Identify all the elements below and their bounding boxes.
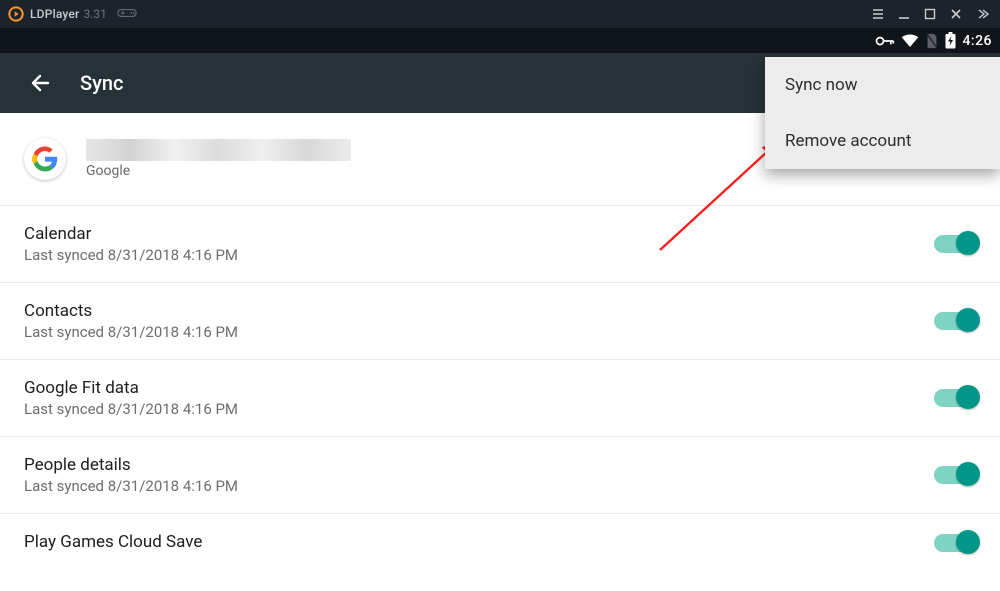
sync-list: Calendar Last synced 8/31/2018 4:16 PM C… — [0, 206, 1000, 572]
window-maximize-button[interactable] — [920, 4, 940, 24]
battery-charging-icon — [945, 32, 956, 49]
window-minimize-button[interactable] — [894, 4, 914, 24]
sync-item-title: Play Games Cloud Save — [24, 532, 202, 552]
page-title: Sync — [80, 71, 123, 95]
list-item[interactable]: People details Last synced 8/31/2018 4:1… — [0, 437, 1000, 514]
sync-item-subtitle: Last synced 8/31/2018 4:16 PM — [24, 246, 238, 264]
list-item[interactable]: Play Games Cloud Save — [0, 514, 1000, 572]
list-item[interactable]: Contacts Last synced 8/31/2018 4:16 PM — [0, 283, 1000, 360]
sync-toggle[interactable] — [934, 312, 976, 330]
wifi-icon — [901, 34, 919, 48]
sync-item-title: People details — [24, 455, 238, 475]
sync-item-subtitle: Last synced 8/31/2018 4:16 PM — [24, 477, 238, 495]
account-provider: Google — [86, 163, 351, 179]
vpn-key-icon — [875, 34, 895, 48]
sync-toggle[interactable] — [934, 235, 976, 253]
gamepad-icon — [117, 7, 137, 22]
sync-item-subtitle: Last synced 8/31/2018 4:16 PM — [24, 323, 238, 341]
overflow-menu: Sync now Remove account — [765, 57, 1000, 169]
menu-item-sync-now[interactable]: Sync now — [765, 57, 1000, 113]
menu-item-label: Remove account — [785, 131, 911, 151]
sync-toggle[interactable] — [934, 534, 976, 552]
emulator-title: LDPlayer — [30, 7, 79, 21]
back-button[interactable] — [24, 67, 56, 99]
status-time: 4:26 — [962, 33, 992, 49]
sync-item-title: Calendar — [24, 224, 238, 244]
sync-toggle[interactable] — [934, 389, 976, 407]
list-item[interactable]: Calendar Last synced 8/31/2018 4:16 PM — [0, 206, 1000, 283]
account-email-redacted — [86, 139, 351, 161]
sync-item-subtitle: Last synced 8/31/2018 4:16 PM — [24, 400, 238, 418]
no-sim-icon — [925, 33, 939, 49]
window-more-button[interactable] — [972, 4, 992, 24]
sync-item-title: Contacts — [24, 301, 238, 321]
window-close-button[interactable] — [946, 4, 966, 24]
emulator-title-bar: LDPlayer 3.31 — [0, 0, 1000, 28]
window-menu-button[interactable] — [868, 4, 888, 24]
google-logo-icon — [24, 138, 66, 180]
ldplayer-logo-icon — [8, 6, 24, 22]
emulator-version: 3.31 — [83, 7, 106, 21]
sync-toggle[interactable] — [934, 466, 976, 484]
android-status-bar: 4:26 — [0, 28, 1000, 53]
sync-item-title: Google Fit data — [24, 378, 238, 398]
list-item[interactable]: Google Fit data Last synced 8/31/2018 4:… — [0, 360, 1000, 437]
menu-item-remove-account[interactable]: Remove account — [765, 113, 1000, 169]
menu-item-label: Sync now — [785, 75, 858, 95]
